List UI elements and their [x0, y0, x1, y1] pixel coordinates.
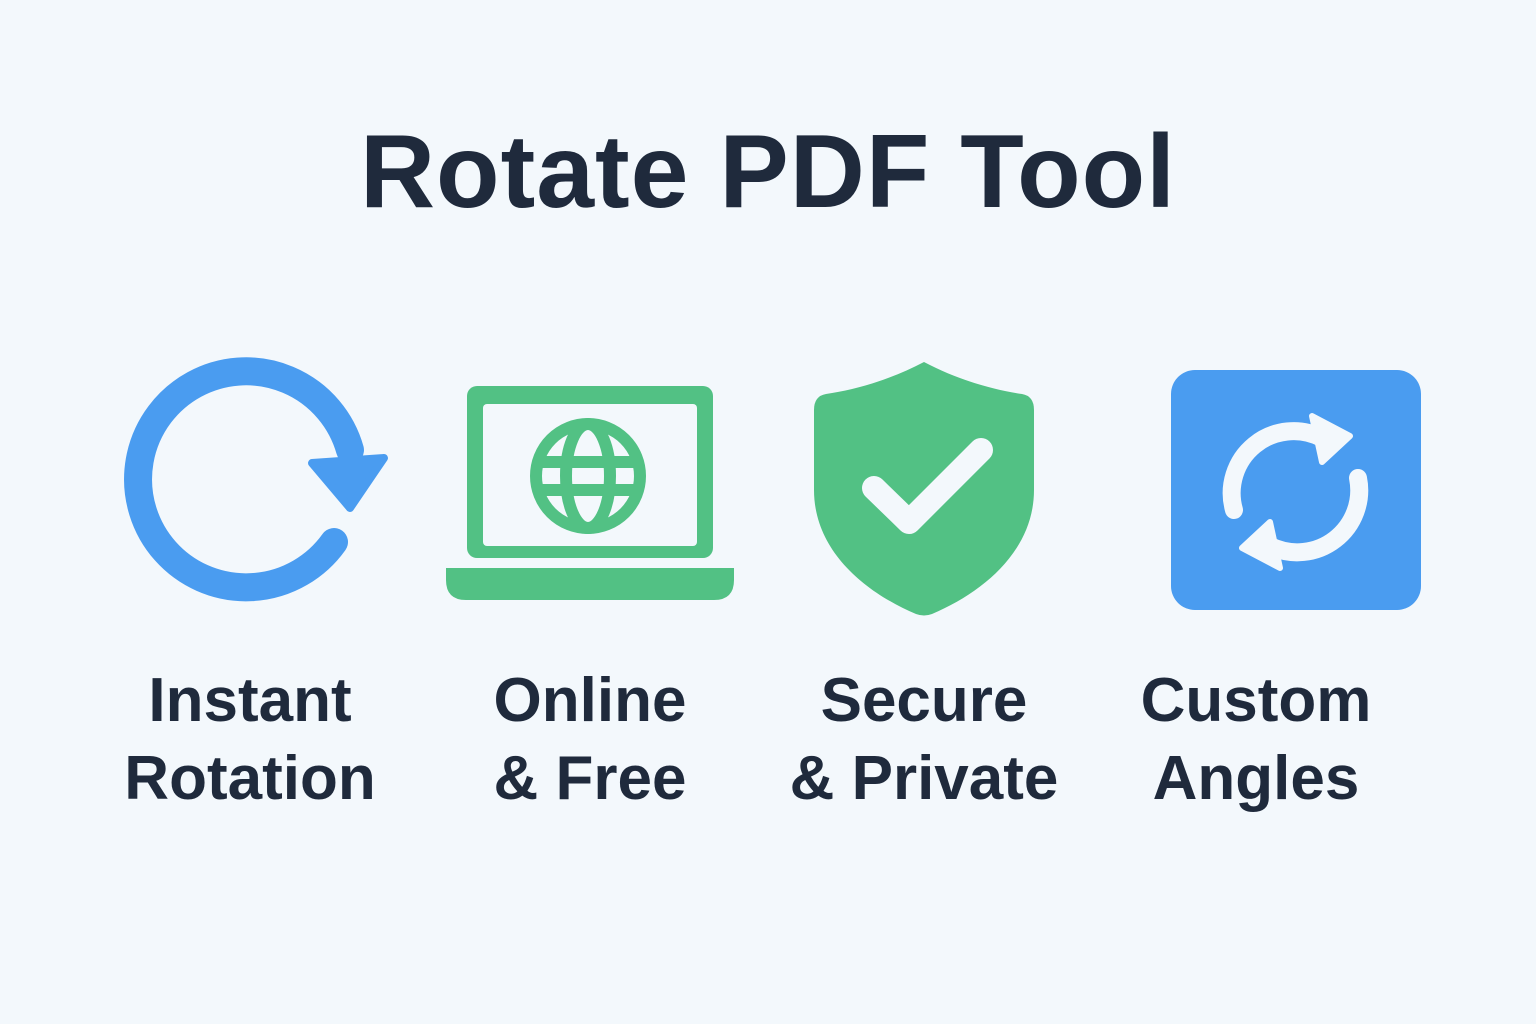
feature-label: Custom Angles	[1086, 662, 1426, 818]
feature-label-line-1: Instant	[148, 666, 352, 735]
feature-label-line-1: Online	[493, 666, 687, 735]
feature-custom-angles: Custom Angles	[1126, 350, 1466, 820]
feature-secure-private: Secure & Private	[754, 350, 1094, 820]
feature-label: Secure & Private	[754, 662, 1094, 818]
refresh-arrows-icon	[1126, 350, 1466, 630]
shield-check-icon	[754, 350, 1094, 630]
feature-label-line-1: Secure	[820, 666, 1028, 735]
feature-online-free: Online & Free	[420, 350, 760, 820]
feature-label-line-2: & Private	[789, 744, 1059, 813]
feature-label: Instant Rotation	[80, 662, 420, 818]
laptop-globe-icon	[420, 350, 760, 630]
feature-label: Online & Free	[420, 662, 760, 818]
page-title: Rotate PDF Tool	[359, 114, 1177, 230]
feature-label-line-2: Angles	[1152, 744, 1360, 813]
feature-instant-rotation: Instant Rotation	[80, 350, 420, 820]
rotate-clockwise-icon	[80, 350, 420, 630]
feature-label-line-1: Custom	[1140, 666, 1372, 735]
feature-label-line-2: Rotation	[124, 744, 376, 813]
feature-label-line-2: & Free	[493, 744, 687, 813]
